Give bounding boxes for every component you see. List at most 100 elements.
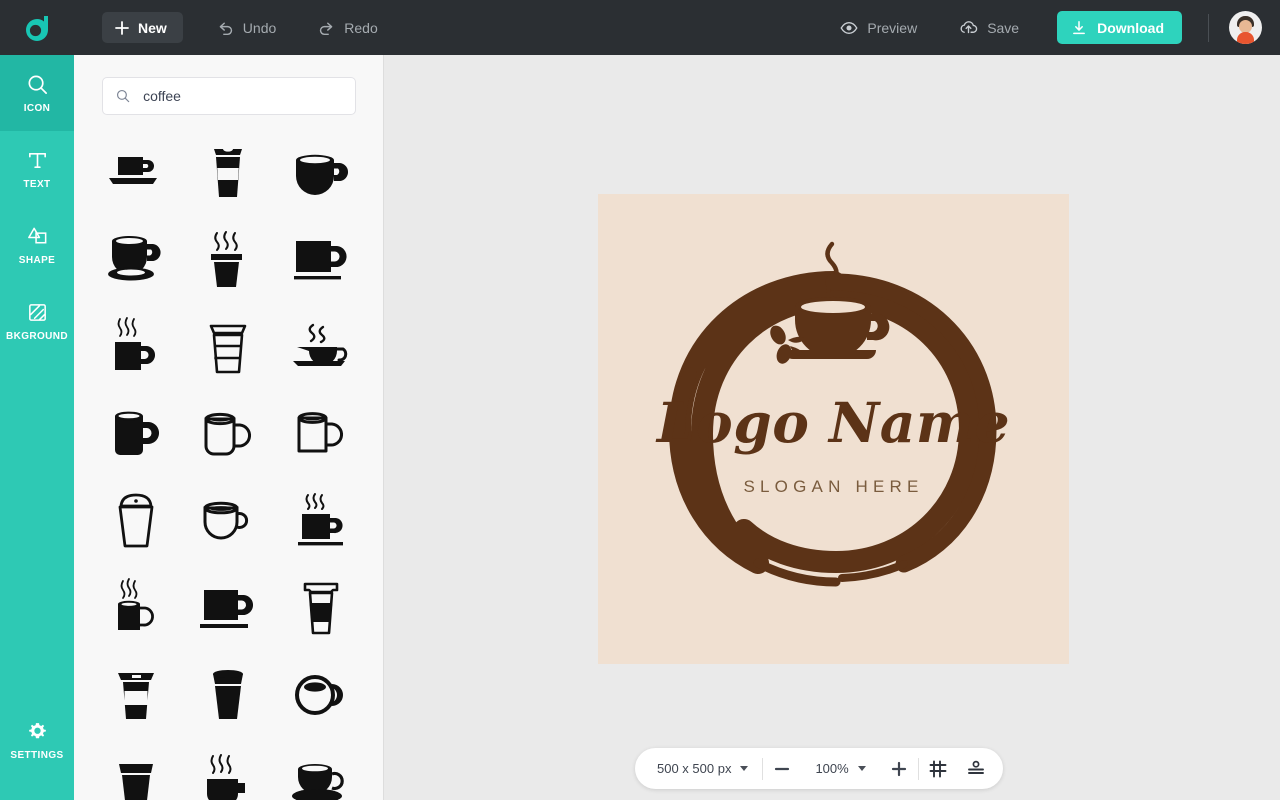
design-canvas[interactable]: Logo Name SLOGAN HERE (598, 194, 1069, 664)
cappuccino-cup-saucer-filled-icon (108, 235, 161, 280)
logo-slogan-text[interactable]: SLOGAN HERE (598, 477, 1069, 497)
square-mug-underline-bold-icon (200, 589, 254, 628)
avatar[interactable] (1229, 11, 1262, 44)
sidebar-item-text-label: TEXT (23, 178, 51, 190)
zoom-level-dropdown[interactable]: 100% (801, 748, 879, 789)
sidebar-item-bkground-label: BKGROUND (5, 330, 69, 342)
icon-result-item[interactable] (90, 129, 182, 216)
cup-saucer-steam-outline-icon (292, 323, 348, 366)
icon-result-item[interactable] (182, 477, 274, 564)
icon-result-item[interactable] (182, 303, 274, 390)
zoom-in-button[interactable] (880, 748, 918, 789)
chevron-down-icon (857, 766, 866, 771)
grid-toggle-button[interactable] (919, 748, 957, 789)
sidebar-item-bkground[interactable]: BKGROUND (0, 283, 74, 359)
icon-panel (74, 55, 384, 800)
new-button[interactable]: New (102, 12, 183, 43)
undo-button[interactable]: Undo (209, 12, 284, 43)
paper-cup-steam-filled-icon (211, 230, 243, 287)
icon-result-item[interactable] (275, 390, 367, 477)
espresso-cup-wide-filled-icon (295, 154, 348, 195)
header-divider (1208, 13, 1209, 42)
undo-button-label: Undo (242, 19, 277, 36)
canvas-bottom-toolbar: 500 x 500 px 100% (635, 748, 1003, 789)
canvas-workspace: Logo Name SLOGAN HERE 500 x 500 px 100% (385, 55, 1280, 800)
redo-button[interactable]: Redo (310, 12, 385, 43)
left-sidebar: ICON TEXT SHAPE BKGROUND SETTINGS (0, 55, 74, 800)
icon-result-item[interactable] (182, 651, 274, 738)
logo-maker-app: New Undo Redo Preview Save Download ICON… (0, 0, 1280, 800)
icon-result-item[interactable] (90, 477, 182, 564)
gear-icon (28, 722, 46, 738)
search-input[interactable] (143, 88, 342, 104)
teacup-outline-small-handle-icon (203, 501, 249, 539)
icon-result-item[interactable] (275, 477, 367, 564)
mug-outline-tall-icon (297, 411, 343, 452)
eye-icon (840, 21, 858, 34)
new-button-label: New (138, 19, 167, 36)
square-mug-underline-filled-icon (293, 240, 347, 279)
icon-result-item[interactable] (182, 738, 274, 800)
mug-steam-saucer-filled-icon (297, 492, 343, 545)
icon-result-item[interactable] (182, 129, 274, 216)
app-logo[interactable] (0, 0, 74, 55)
grid-icon (929, 760, 947, 777)
takeaway-cup-outline-banded-icon (210, 324, 247, 373)
preview-button-label: Preview (867, 19, 918, 36)
search-box[interactable] (102, 77, 356, 115)
download-button-label: Download (1097, 19, 1164, 36)
icon-result-item[interactable] (90, 738, 182, 800)
zoom-level-value: 100% (815, 761, 849, 776)
icon-result-item[interactable] (275, 564, 367, 651)
app-logo-d-mark-icon (26, 15, 48, 41)
icon-result-item[interactable] (275, 216, 367, 303)
takeaway-cup-striped-outline-icon (303, 582, 339, 634)
search-magnifier-icon (27, 74, 47, 94)
chevron-down-icon (740, 766, 749, 771)
icon-result-item[interactable] (275, 129, 367, 216)
sidebar-item-settings[interactable]: SETTINGS (0, 702, 74, 778)
icon-result-item[interactable] (182, 216, 274, 303)
redo-button-label: Redo (344, 19, 378, 36)
align-icon (967, 760, 984, 774)
icon-result-item[interactable] (90, 216, 182, 303)
avatar-body (1237, 32, 1254, 44)
undo-arrow-icon (219, 22, 232, 36)
tapered-cup-solid-icon (119, 763, 154, 800)
icon-result-item[interactable] (90, 651, 182, 738)
sidebar-item-icon[interactable]: ICON (0, 55, 74, 131)
icon-result-item[interactable] (90, 303, 182, 390)
download-icon (1073, 20, 1086, 34)
takeaway-cup-dome-lid-outline-icon (118, 493, 154, 547)
search-area (74, 55, 383, 115)
icon-result-item[interactable] (275, 303, 367, 390)
sidebar-item-shape-label: SHAPE (18, 254, 56, 266)
save-button[interactable]: Save (951, 12, 1027, 43)
icon-result-item[interactable] (182, 390, 274, 477)
takeaway-cup-lid-banded-icon (214, 145, 243, 197)
align-button[interactable] (957, 748, 995, 789)
sidebar-item-icon-label: ICON (23, 102, 51, 114)
mug-outline-round-icon (204, 412, 252, 455)
zoom-out-button[interactable] (763, 748, 801, 789)
app-header: New Undo Redo Preview Save Download (0, 0, 1280, 55)
round-mug-outline-thick-icon (294, 674, 343, 715)
sidebar-item-shape[interactable]: SHAPE (0, 207, 74, 283)
text-t-icon (28, 152, 46, 168)
download-button[interactable]: Download (1057, 11, 1182, 44)
preview-button[interactable]: Preview (832, 12, 925, 43)
icon-result-item[interactable] (90, 564, 182, 651)
canvas-size-value: 500 x 500 px (657, 761, 732, 776)
logo-name-text[interactable]: Logo Name (598, 390, 1069, 455)
icon-result-item[interactable] (182, 564, 274, 651)
icon-result-item[interactable] (275, 651, 367, 738)
icon-result-item[interactable] (275, 738, 367, 800)
redo-arrow-icon (320, 22, 333, 36)
plus-icon (891, 761, 906, 776)
canvas-size-dropdown[interactable]: 500 x 500 px (643, 748, 762, 789)
mug-steam-slim-filled-icon (118, 577, 155, 630)
sidebar-item-text[interactable]: TEXT (0, 131, 74, 207)
icon-result-item[interactable] (90, 390, 182, 477)
minus-icon (775, 767, 790, 770)
teacup-saucer-solid-oval-icon (291, 763, 344, 800)
